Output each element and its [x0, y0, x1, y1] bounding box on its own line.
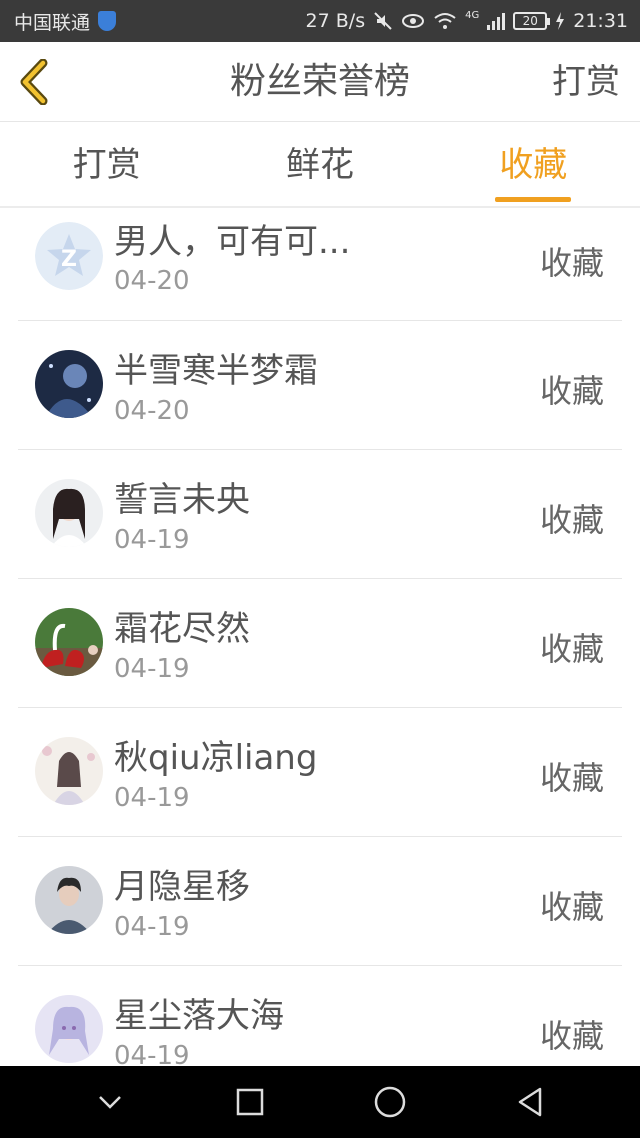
battery-level: 20 [522, 14, 538, 28]
chevron-left-icon [20, 59, 48, 105]
date: 04-19 [114, 525, 190, 555]
tab-reward[interactable]: 打赏 [0, 122, 213, 206]
user-avatar-image [35, 350, 103, 418]
charging-icon [556, 12, 565, 30]
title-bar: 粉丝荣誉榜 打赏 [0, 42, 640, 122]
avatar[interactable] [35, 866, 103, 934]
status-bar: 中国联通 27 B/s 4G 20 21:31 [0, 0, 640, 42]
network-speed: 27 B/s [305, 10, 366, 32]
shield-icon [98, 11, 117, 31]
avatar[interactable] [35, 608, 103, 676]
back-button[interactable] [14, 58, 54, 106]
collect-label: 收藏 [539, 372, 604, 410]
collect-label: 收藏 [539, 1017, 604, 1055]
collect-label: 收藏 [539, 888, 604, 926]
home-circle-icon [374, 1086, 406, 1118]
battery-icon: 20 [513, 12, 551, 30]
back-triangle-icon [518, 1087, 542, 1117]
collect-label: 收藏 [539, 630, 604, 668]
reward-button[interactable]: 打赏 [552, 42, 620, 122]
date: 04-20 [114, 396, 190, 426]
user-avatar-image [35, 866, 103, 934]
user-name: 星尘落大海 [114, 996, 284, 1036]
date: 04-19 [114, 783, 190, 813]
user-name: 秋qiu凉liang [114, 738, 318, 778]
network-type: 4G [465, 10, 480, 21]
user-avatar-image [35, 608, 103, 676]
list-item[interactable]: 星尘落大海 04-19 收藏 [18, 966, 622, 1066]
list-item[interactable]: Z 男人，可有可... 04-20 收藏 [18, 208, 622, 321]
active-tab-indicator [495, 197, 572, 202]
avatar[interactable] [35, 479, 103, 547]
tab-flowers[interactable]: 鲜花 [213, 122, 426, 206]
home-button[interactable] [360, 1072, 420, 1132]
eye-icon [402, 14, 425, 28]
tab-collect[interactable]: 收藏 [427, 122, 640, 206]
user-name: 月隐星移 [114, 867, 250, 907]
collect-label: 收藏 [539, 759, 604, 797]
user-name: 半雪寒半梦霜 [114, 351, 318, 391]
tab-bar: 打赏 鲜花 收藏 [0, 122, 640, 208]
collect-label: 收藏 [539, 501, 604, 539]
avatar[interactable] [35, 737, 103, 805]
clock: 21:31 [573, 10, 628, 32]
collect-label: 收藏 [539, 244, 604, 282]
tab-label: 收藏 [499, 145, 568, 185]
avatar[interactable]: Z [35, 222, 103, 290]
date: 04-19 [114, 654, 190, 684]
list-item[interactable]: 半雪寒半梦霜 04-20 收藏 [18, 321, 622, 450]
date: 04-19 [114, 912, 190, 942]
user-avatar-image [35, 737, 103, 805]
avatar[interactable] [35, 995, 103, 1063]
user-avatar-image [35, 995, 103, 1063]
user-name: 霜花尽然 [114, 609, 250, 649]
svg-text:Z: Z [61, 247, 77, 272]
tab-label: 打赏 [72, 145, 141, 185]
page-title: 粉丝荣誉榜 [229, 61, 410, 102]
avatar[interactable] [35, 350, 103, 418]
carrier-name: 中国联通 [14, 11, 91, 34]
qq-default-avatar-icon: Z [35, 222, 103, 290]
date: 04-20 [114, 266, 190, 296]
list-item[interactable]: 霜花尽然 04-19 收藏 [18, 579, 622, 708]
navigation-bar [0, 1066, 640, 1138]
mute-icon [374, 12, 392, 30]
list-item[interactable]: 月隐星移 04-19 收藏 [18, 837, 622, 966]
hide-nav-button[interactable] [80, 1072, 140, 1132]
user-name: 男人，可有可... [114, 222, 351, 262]
list-item[interactable]: 秋qiu凉liang 04-19 收藏 [18, 708, 622, 837]
chevron-down-icon [99, 1096, 121, 1109]
status-bar-left: 中国联通 [14, 8, 117, 35]
signal-icon [487, 12, 506, 30]
recents-button[interactable] [220, 1072, 280, 1132]
tab-label: 鲜花 [285, 145, 354, 185]
fan-list[interactable]: Z 男人，可有可... 04-20 收藏 半雪寒半梦霜 04-20 收藏 誓言未… [0, 208, 640, 1066]
user-name: 誓言未央 [114, 480, 250, 520]
list-item[interactable]: 誓言未央 04-19 收藏 [18, 450, 622, 579]
back-nav-button[interactable] [500, 1072, 560, 1132]
date: 04-19 [114, 1041, 190, 1066]
recents-square-icon [236, 1088, 264, 1116]
user-avatar-image [35, 479, 103, 547]
status-bar-right: 27 B/s 4G 20 21:31 [306, 10, 628, 32]
wifi-icon [434, 13, 456, 29]
